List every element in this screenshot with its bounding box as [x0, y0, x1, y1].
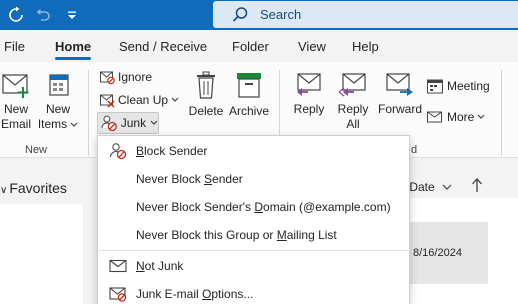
ignore-button[interactable]: Ignore — [99, 67, 152, 87]
tab-home[interactable]: Home — [55, 39, 91, 54]
meeting-label: Meeting — [447, 79, 490, 93]
tab-help[interactable]: Help — [352, 39, 379, 54]
ignore-icon — [100, 71, 115, 85]
new-email-label-2: Email — [0, 117, 31, 131]
meeting-button[interactable]: Meeting — [426, 76, 490, 96]
menu-item-never-block-group[interactable]: Never Block this Group or Mailing List — [98, 221, 409, 248]
reply-all-icon — [338, 73, 366, 97]
clean-up-label: Clean Up — [118, 93, 169, 107]
menu-item-label: Block Sender — [136, 143, 208, 158]
junk-label: Junk — [120, 116, 147, 130]
block-sender-icon — [110, 143, 127, 160]
menu-bar: File Home Send / Receive Folder View Hel… — [0, 30, 518, 62]
junk-options-icon — [109, 287, 127, 302]
new-email-icon — [2, 74, 29, 98]
not-junk-icon — [109, 259, 127, 273]
junk-icon — [101, 115, 117, 132]
search-box[interactable]: Search — [213, 1, 518, 28]
reply-all-label-2: All — [346, 117, 360, 131]
menu-item-label: Junk E-mail Options... — [136, 286, 254, 301]
chevron-down-icon — [442, 184, 452, 190]
archive-label: Archive — [228, 104, 269, 118]
forward-icon — [386, 73, 413, 96]
reply-button[interactable]: Reply — [289, 72, 329, 117]
menu-item-label: Never Block Sender — [136, 171, 243, 186]
chevron-down-icon — [477, 114, 485, 119]
clean-up-icon — [100, 94, 115, 108]
new-items-button[interactable]: New Items — [37, 72, 79, 132]
calendar-icon — [427, 79, 443, 94]
tab-file[interactable]: File — [4, 39, 25, 54]
reply-all-label-1: Reply — [337, 102, 369, 116]
title-bar: Search — [0, 0, 518, 30]
search-placeholder: Search — [260, 7, 302, 22]
active-tab-indicator — [55, 57, 91, 60]
new-email-label-1: New — [3, 102, 28, 116]
mail-list-row-edge — [488, 222, 518, 284]
menu-item-junk-options[interactable]: Junk E-mail Options... — [98, 280, 409, 304]
undo-icon[interactable] — [32, 4, 54, 26]
reply-label: Reply — [293, 102, 325, 116]
ignore-label: Ignore — [118, 70, 153, 84]
folder-pane — [0, 204, 83, 304]
customize-quick-access-icon[interactable] — [61, 4, 83, 26]
delete-button[interactable]: Delete — [186, 70, 226, 119]
clean-up-button[interactable]: Clean Up — [99, 90, 182, 110]
new-email-button[interactable]: New Email — [0, 72, 34, 132]
tab-view[interactable]: View — [298, 39, 326, 54]
search-icon — [232, 7, 248, 22]
ribbon-separator — [88, 70, 89, 156]
chevron-down-icon — [171, 97, 179, 102]
trash-icon — [197, 71, 215, 99]
reply-all-button[interactable]: Reply All — [333, 72, 373, 132]
menu-item-not-junk[interactable]: Not Junk — [98, 252, 409, 279]
junk-dropdown-menu: Block Sender Never Block Sender Never Bl… — [97, 135, 410, 304]
archive-button[interactable]: Archive — [227, 70, 271, 119]
chevron-down-icon: ∨ — [0, 185, 8, 196]
more-button[interactable]: More — [426, 107, 488, 127]
new-items-label-2: Items — [37, 117, 68, 131]
mail-list-row[interactable] — [408, 198, 518, 222]
more-label: More — [447, 110, 475, 124]
chevron-down-icon — [150, 120, 158, 125]
group-respond-label: d — [411, 144, 418, 156]
menu-item-label: Not Junk — [136, 258, 184, 273]
menu-separator — [99, 250, 408, 251]
archive-icon — [237, 73, 261, 98]
favorites-header[interactable]: ∨ Favorites — [0, 180, 67, 196]
reply-icon — [297, 73, 321, 96]
menu-item-block-sender[interactable]: Block Sender — [98, 137, 409, 164]
sort-direction-icon[interactable] — [470, 177, 484, 193]
menu-item-never-block-domain[interactable]: Never Block Sender's Domain (@example.co… — [98, 193, 409, 220]
new-items-icon — [49, 74, 69, 96]
menu-item-label: Never Block Sender's Domain (@example.co… — [136, 199, 391, 214]
forward-label: Forward — [377, 102, 422, 116]
chevron-down-icon — [70, 122, 78, 127]
more-respond-icon — [427, 111, 442, 123]
mail-date: 8/16/2024 — [413, 247, 462, 259]
favorites-label: Favorites — [9, 180, 67, 196]
delete-label: Delete — [188, 104, 224, 118]
group-new-label: New — [25, 144, 48, 156]
ribbon-separator — [501, 70, 502, 156]
sync-icon[interactable] — [5, 4, 27, 26]
menu-item-label: Never Block this Group or Mailing List — [136, 227, 337, 242]
tab-folder[interactable]: Folder — [232, 39, 269, 54]
mail-list-row[interactable] — [408, 284, 518, 304]
menu-item-never-block-sender[interactable]: Never Block Sender — [98, 165, 409, 192]
forward-button[interactable]: Forward — [377, 72, 423, 117]
new-items-label-1: New — [45, 102, 70, 116]
junk-button[interactable]: Junk — [97, 112, 159, 134]
tab-send-receive[interactable]: Send / Receive — [119, 39, 207, 54]
